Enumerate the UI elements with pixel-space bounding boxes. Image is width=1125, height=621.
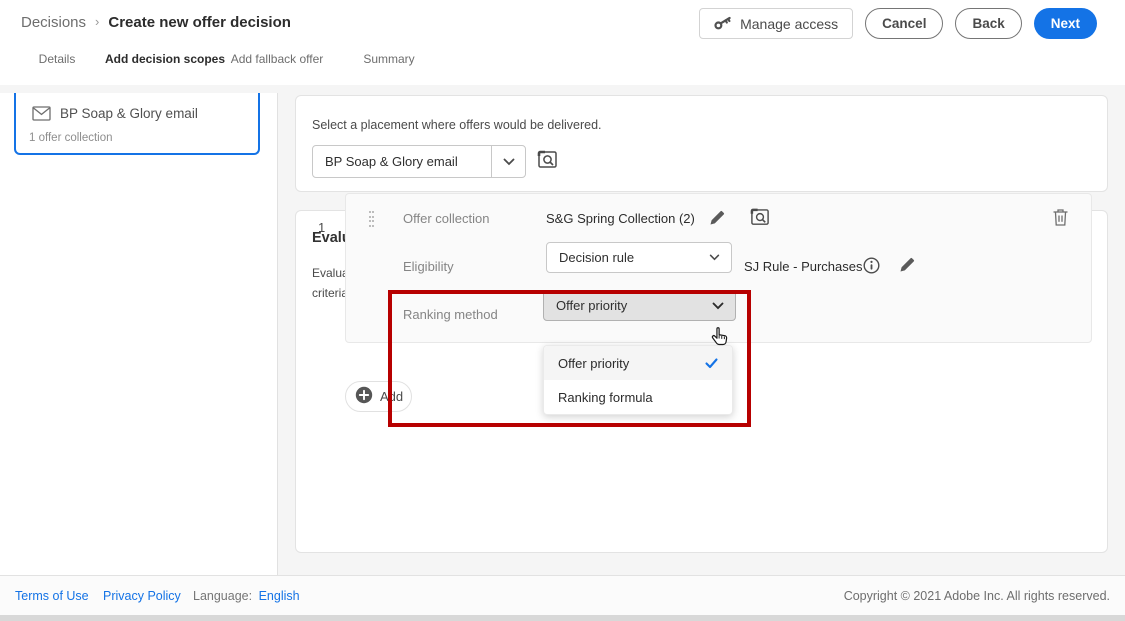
scope-card-subtitle: 1 offer collection — [29, 132, 113, 144]
screen: Decisions › Create new offer decision Ma… — [0, 0, 1125, 621]
scope-card-title: BP Soap & Glory email — [60, 106, 198, 121]
pencil-icon — [899, 261, 916, 276]
step-label-details: Details — [39, 52, 76, 66]
eligibility-select[interactable]: Decision rule — [546, 242, 732, 273]
panel-divider — [277, 93, 278, 575]
add-criteria-button[interactable]: Add — [345, 381, 412, 412]
add-label: Add — [380, 389, 403, 404]
chevron-down-icon — [491, 146, 525, 177]
chevron-right-icon: › — [95, 14, 99, 29]
preview-collection-button[interactable] — [750, 208, 770, 228]
language-label: Language: — [193, 589, 252, 603]
preview-icon — [750, 216, 770, 231]
privacy-policy-link[interactable]: Privacy Policy — [103, 589, 181, 603]
manage-access-label: Manage access — [740, 16, 838, 32]
language-setting: Language: English — [193, 589, 300, 603]
pencil-icon — [709, 214, 726, 229]
placement-select[interactable]: BP Soap & Glory email — [312, 145, 526, 178]
ranking-select-value: Offer priority — [544, 298, 701, 313]
copyright-text: Copyright © 2021 Adobe Inc. All rights r… — [844, 589, 1110, 603]
ranking-method-menu: Offer priority Ranking formula — [543, 345, 733, 415]
ranking-method-select[interactable]: Offer priority — [543, 290, 736, 321]
menu-item-label: Ranking formula — [558, 390, 653, 405]
step-label-add-decision-scopes: Add decision scopes — [105, 52, 225, 66]
drag-handle-icon[interactable] — [369, 211, 378, 229]
info-icon — [863, 262, 880, 277]
step-indicator: Details Add decision scopes Add fallback… — [0, 48, 460, 85]
criteria-card: Offer collection S&G Spring Collection (… — [345, 193, 1092, 343]
key-icon — [714, 15, 732, 33]
eligibility-select-value: Decision rule — [547, 250, 697, 265]
placement-instruction: Select a placement where offers would be… — [312, 118, 602, 132]
plus-circle-icon — [355, 386, 373, 407]
terms-of-use-link[interactable]: Terms of Use — [15, 589, 89, 603]
breadcrumb: Decisions › Create new offer decision — [21, 14, 291, 31]
footer: Terms of Use Privacy Policy Language: En… — [0, 575, 1125, 615]
criteria-row-number: 1 — [318, 220, 325, 235]
placement-preview-button[interactable] — [537, 150, 558, 171]
chevron-down-icon — [701, 291, 735, 320]
placement-select-value: BP Soap & Glory email — [313, 154, 491, 169]
language-link[interactable]: English — [259, 589, 300, 603]
envelope-icon — [32, 106, 51, 126]
window-bottom-edge — [0, 615, 1125, 621]
top-bar: Decisions › Create new offer decision Ma… — [0, 0, 1125, 85]
step-label-summary: Summary — [363, 52, 414, 66]
content-area: BP Soap & Glory email 1 offer collection… — [0, 85, 1125, 575]
decision-scope-card[interactable]: BP Soap & Glory email 1 offer collection — [14, 93, 260, 155]
cancel-button[interactable]: Cancel — [865, 8, 943, 39]
preview-icon — [537, 159, 558, 174]
ranking-method-label: Ranking method — [403, 307, 498, 322]
offer-collection-value: S&G Spring Collection (2) — [546, 211, 695, 226]
back-button[interactable]: Back — [955, 8, 1021, 39]
chevron-down-icon — [697, 243, 731, 272]
manage-access-button[interactable]: Manage access — [699, 8, 853, 39]
placement-section: Select a placement where offers would be… — [295, 95, 1108, 192]
step-label-add-fallback-offer: Add fallback offer — [231, 52, 324, 66]
breadcrumb-decisions-link[interactable]: Decisions — [21, 14, 86, 31]
header-actions: Manage access Cancel Back Next — [699, 8, 1097, 39]
edit-rule-button[interactable] — [899, 256, 916, 273]
delete-criteria-button[interactable] — [1052, 208, 1069, 227]
eligibility-rule-name: SJ Rule - Purchases — [744, 259, 863, 274]
menu-item-offer-priority[interactable]: Offer priority — [544, 346, 732, 380]
offer-collection-label: Offer collection — [403, 211, 489, 226]
menu-item-ranking-formula[interactable]: Ranking formula — [544, 380, 732, 414]
decision-scopes-panel — [0, 93, 277, 575]
menu-item-label: Offer priority — [558, 356, 629, 371]
rule-info-button[interactable] — [863, 257, 880, 274]
page-title: Create new offer decision — [108, 14, 291, 31]
trash-icon — [1052, 215, 1069, 230]
next-button[interactable]: Next — [1034, 8, 1097, 39]
check-icon — [705, 357, 718, 372]
eligibility-label: Eligibility — [403, 259, 454, 274]
edit-collection-button[interactable] — [709, 209, 726, 226]
